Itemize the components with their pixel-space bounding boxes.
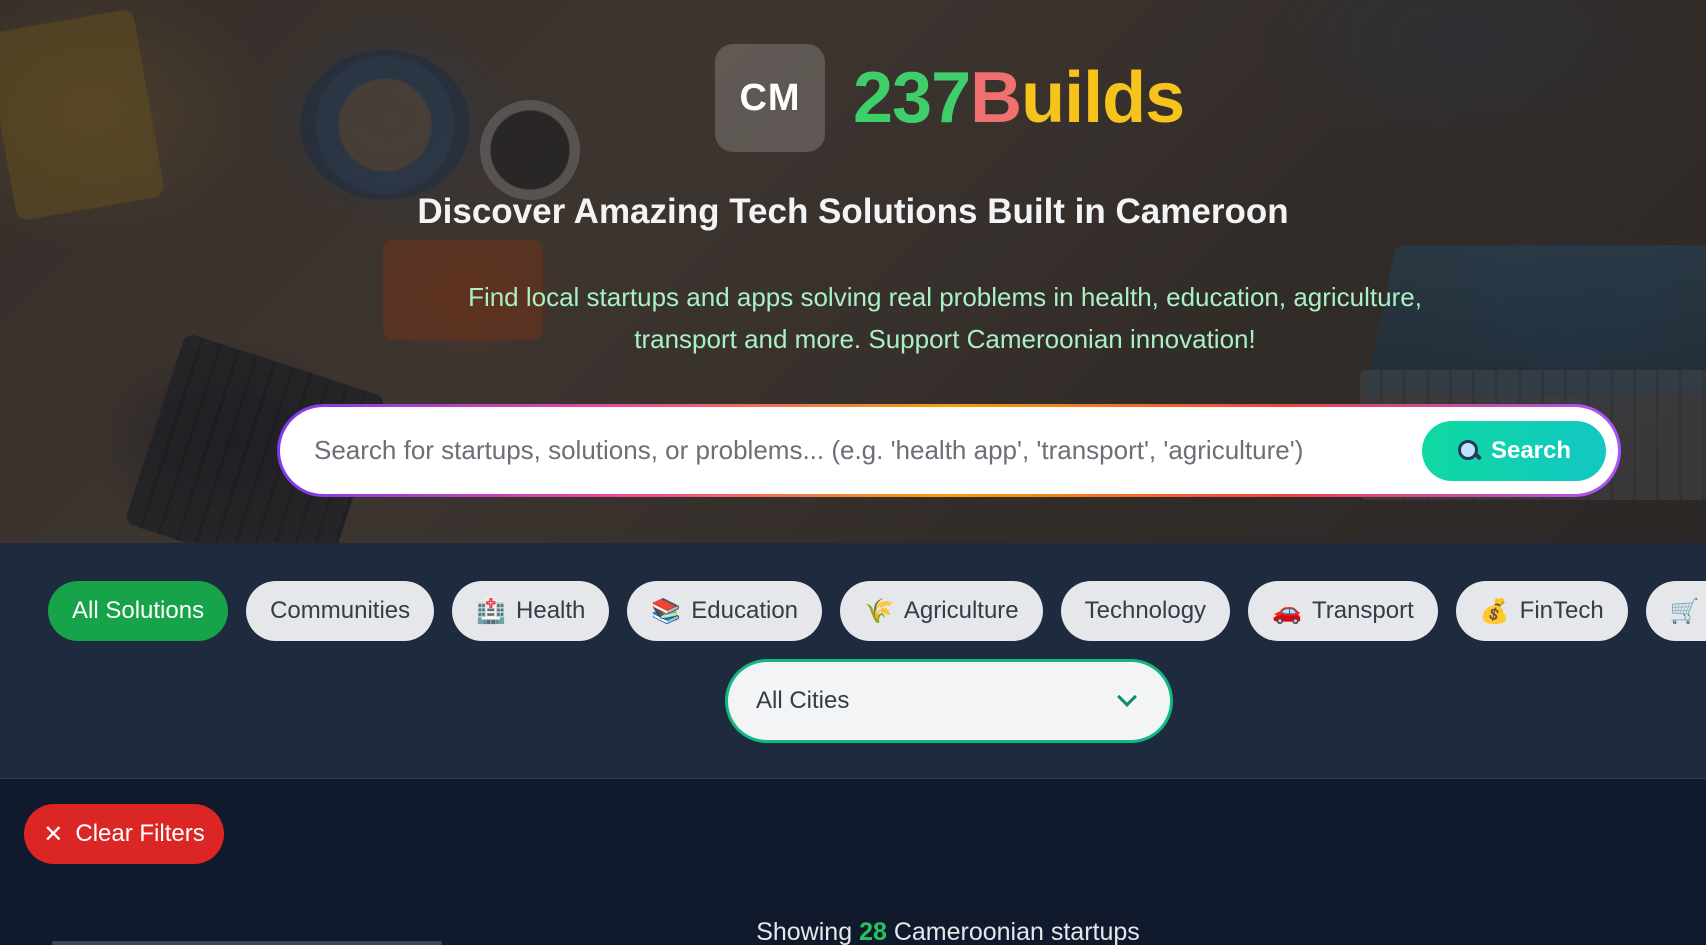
magnifying-glass-icon	[1457, 439, 1481, 463]
search-button[interactable]: Search	[1422, 420, 1606, 481]
brand-name-rest: uilds	[1021, 58, 1185, 138]
category-chips: All Solutions Communities 🏥 Health 📚 Edu…	[48, 581, 1706, 641]
brand-name-number: 237	[853, 58, 971, 138]
results-count-number: 28	[859, 918, 887, 945]
chip-agriculture[interactable]: 🌾 Agriculture	[840, 581, 1043, 641]
chip-label: Technology	[1084, 597, 1207, 624]
chip-transport[interactable]: 🚗 Transport	[1248, 581, 1438, 641]
chip-label: Education	[691, 597, 799, 624]
city-select-value: All Cities	[756, 687, 850, 714]
chip-health[interactable]: 🏥 Health	[452, 581, 610, 641]
hero-subtitle-line1: Find local startups and apps solving rea…	[468, 282, 1422, 312]
search-button-label: Search	[1490, 436, 1572, 464]
brand-name-b: B	[970, 58, 1022, 138]
chip-ecommerce[interactable]: 🛒 E	[1645, 581, 1706, 641]
chip-communities[interactable]: Communities	[246, 581, 435, 641]
search-bar: Search	[277, 404, 1621, 497]
results-prefix: Showing	[756, 918, 853, 945]
filter-bar: All Solutions Communities 🏥 Health 📚 Edu…	[0, 543, 1706, 779]
startup-card-edge	[52, 941, 442, 945]
chip-label: Health	[516, 597, 586, 624]
hospital-icon: 🏥	[476, 597, 507, 625]
city-select[interactable]: All Cities	[725, 659, 1173, 743]
books-icon: 📚	[651, 597, 682, 625]
chip-label: Communities	[270, 597, 411, 624]
search-input[interactable]	[314, 435, 1422, 466]
results-suffix: Cameroonian startups	[893, 918, 1140, 945]
car-icon: 🚗	[1272, 597, 1302, 625]
clear-filters-label: Clear Filters	[75, 820, 205, 847]
chip-technology[interactable]: Technology	[1060, 581, 1231, 641]
chip-label: FinTech	[1519, 597, 1604, 624]
clear-filters-button[interactable]: ✕ Clear Filters	[24, 804, 224, 864]
cm-badge: CM	[715, 44, 825, 152]
wheat-icon: 🌾	[864, 597, 894, 625]
chip-label: Agriculture	[903, 597, 1019, 624]
chip-fintech[interactable]: 💰 FinTech	[1455, 581, 1628, 641]
brand-name: 237Builds	[853, 62, 1185, 134]
chip-label: Transport	[1311, 597, 1414, 624]
brand-logo[interactable]: CM 237Builds	[715, 44, 1185, 152]
hero-section: CM 237Builds Discover Amazing Tech Solut…	[0, 0, 1706, 543]
chip-all-solutions[interactable]: All Solutions	[48, 581, 229, 641]
shopping-cart-icon: 🛒	[1669, 597, 1700, 625]
close-icon: ✕	[43, 820, 64, 848]
chevron-down-icon	[1117, 687, 1137, 707]
chip-education[interactable]: 📚 Education	[627, 581, 823, 641]
chip-label: All Solutions	[72, 597, 205, 624]
hero-subtitle: Find local startups and apps solving rea…	[440, 276, 1450, 360]
money-bag-icon: 💰	[1479, 597, 1510, 625]
hero-tagline: Discover Amazing Tech Solutions Built in…	[417, 192, 1289, 231]
hero-subtitle-line2: transport and more. Support Cameroonian …	[634, 324, 1256, 354]
